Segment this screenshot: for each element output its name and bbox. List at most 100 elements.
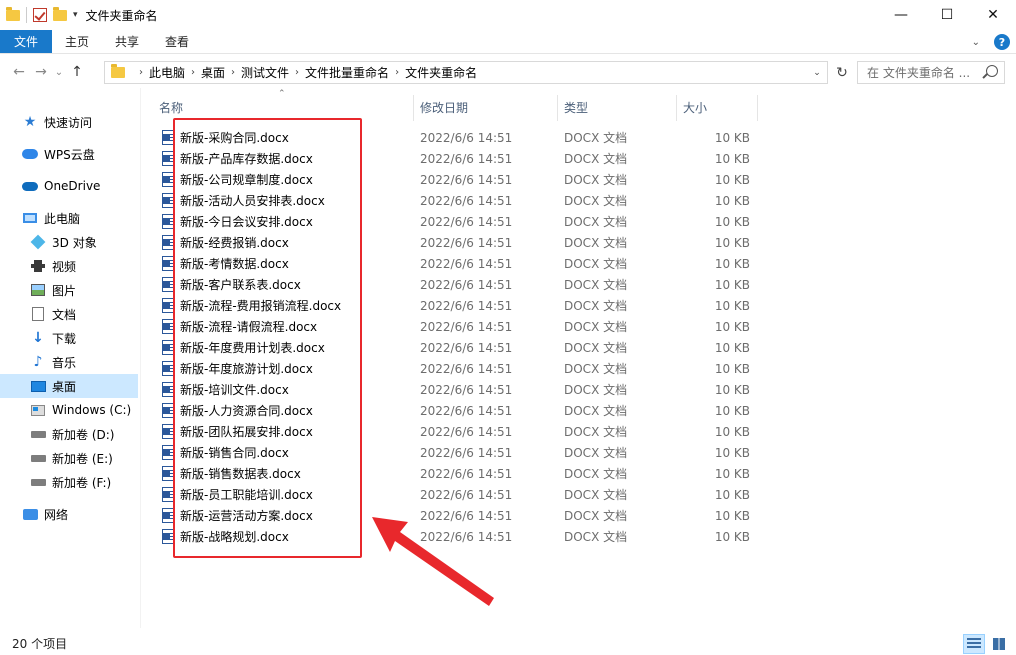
breadcrumb-separator-icon[interactable]: › — [191, 67, 195, 78]
refresh-icon[interactable]: ↻ — [831, 61, 853, 84]
file-modified-date: 2022/6/6 14:51 — [420, 340, 513, 355]
sidebar-item-downloads[interactable]: ↓ 下载 — [30, 326, 138, 350]
large-icons-view-button[interactable] — [988, 634, 1010, 654]
address-bar[interactable]: › 此电脑 › 桌面 › 测试文件 › 文件批量重命名 › 文件夹重命名 ⌄ — [104, 61, 828, 84]
file-type: DOCX 文档 — [564, 467, 628, 481]
file-modified-date: 2022/6/6 14:51 — [420, 172, 513, 187]
file-type: DOCX 文档 — [564, 404, 628, 418]
file-size: 10 KB — [714, 256, 750, 271]
breadcrumb-desktop[interactable]: 桌面 — [201, 64, 225, 81]
file-modified-date: 2022/6/6 14:51 — [420, 403, 513, 418]
file-size: 10 KB — [714, 487, 750, 502]
breadcrumb-this-pc[interactable]: 此电脑 — [149, 64, 185, 81]
file-type: DOCX 文档 — [564, 383, 628, 397]
sidebar-item-documents[interactable]: 文档 — [30, 302, 138, 326]
breadcrumb-folder-rename[interactable]: 文件夹重命名 — [405, 64, 477, 81]
quick-access-toolbar: ▾ — [0, 0, 78, 30]
pictures-icon — [31, 284, 45, 296]
sidebar-item-onedrive[interactable]: OneDrive — [22, 174, 138, 198]
download-icon: ↓ — [32, 330, 44, 346]
file-type: DOCX 文档 — [564, 278, 628, 292]
maximize-button[interactable]: ☐ — [924, 0, 970, 30]
forward-arrow-icon[interactable]: → — [30, 64, 52, 80]
windows-drive-icon — [31, 404, 45, 416]
sidebar-item-desktop[interactable]: 桌面 — [0, 374, 138, 398]
sidebar-item-wps-cloud[interactable]: WPS云盘 — [22, 142, 138, 166]
breadcrumb-test-files[interactable]: 测试文件 — [241, 64, 289, 81]
sidebar-item-music[interactable]: ♪ 音乐 — [30, 350, 138, 374]
customize-toolbar-chevron-icon[interactable]: ▾ — [73, 10, 78, 20]
new-folder-icon[interactable] — [53, 6, 67, 21]
sidebar-item-label: 桌面 — [52, 379, 77, 394]
expand-ribbon-chevron-icon[interactable]: ⌄ — [972, 37, 980, 48]
recent-locations-chevron-icon[interactable]: ⌄ — [52, 67, 66, 78]
file-size: 10 KB — [714, 508, 750, 523]
file-type: DOCX 文档 — [564, 488, 628, 502]
search-icon[interactable] — [986, 65, 998, 77]
tab-share[interactable]: 共享 — [102, 30, 152, 53]
file-size: 10 KB — [714, 382, 750, 397]
sidebar-item-label: 新加卷 (F:) — [52, 475, 112, 490]
file-size: 10 KB — [714, 130, 750, 145]
sidebar-item-drive-d[interactable]: 新加卷 (D:) — [30, 422, 138, 446]
column-divider[interactable] — [413, 95, 414, 121]
sidebar-item-drive-f[interactable]: 新加卷 (F:) — [30, 470, 138, 494]
column-header-date[interactable]: 修改日期 — [420, 95, 555, 119]
back-arrow-icon[interactable]: ← — [8, 64, 30, 80]
sidebar-item-drive-e[interactable]: 新加卷 (E:) — [30, 446, 138, 470]
details-view-button[interactable] — [963, 633, 985, 654]
pane-splitter[interactable] — [140, 88, 141, 628]
minimize-button[interactable]: — — [878, 0, 924, 30]
file-modified-date: 2022/6/6 14:51 — [420, 130, 513, 145]
column-header-type[interactable]: 类型 — [564, 95, 674, 119]
status-bar: 20 个项目 — [0, 632, 1016, 655]
sidebar-item-this-pc[interactable]: 此电脑 — [22, 206, 138, 230]
up-arrow-icon[interactable]: ↑ — [66, 64, 88, 80]
properties-icon[interactable] — [33, 8, 47, 22]
breadcrumb-separator-icon[interactable]: › — [139, 67, 143, 78]
sidebar-item-quick-access[interactable]: ★ 快速访问 — [22, 110, 138, 134]
file-type: DOCX 文档 — [564, 530, 628, 544]
tab-view[interactable]: 查看 — [152, 30, 202, 53]
documents-icon — [32, 307, 44, 321]
breadcrumb-separator-icon[interactable]: › — [231, 67, 235, 78]
search-placeholder: 在 文件夹重命名 ... — [867, 66, 971, 80]
sidebar-item-label: 新加卷 (E:) — [52, 451, 113, 466]
details-view-icon — [967, 638, 981, 649]
column-header-size[interactable]: 大小 — [683, 95, 755, 119]
breadcrumb-separator-icon[interactable]: › — [295, 67, 299, 78]
breadcrumb-separator-icon[interactable]: › — [395, 67, 399, 78]
desktop-icon — [30, 380, 46, 392]
file-type: DOCX 文档 — [564, 215, 628, 229]
breadcrumb-batch-rename[interactable]: 文件批量重命名 — [305, 64, 389, 81]
sidebar-item-drive-c[interactable]: Windows (C:) — [30, 398, 138, 422]
column-divider[interactable] — [557, 95, 558, 121]
large-icons-view-icon — [993, 637, 1005, 650]
sidebar-item-label: 快速访问 — [44, 115, 93, 130]
file-size: 10 KB — [714, 319, 750, 334]
sidebar-item-label: OneDrive — [44, 179, 101, 193]
folder-icon — [111, 64, 125, 78]
tab-file[interactable]: 文件 — [0, 30, 52, 53]
sidebar-item-pictures[interactable]: 图片 — [30, 278, 138, 302]
file-size: 10 KB — [714, 214, 750, 229]
help-icon[interactable]: ? — [994, 34, 1010, 50]
sidebar-item-network[interactable]: 网络 — [22, 502, 138, 526]
cloud-icon — [22, 149, 38, 159]
divider — [26, 7, 27, 23]
column-header-name[interactable]: 名称 — [159, 95, 411, 119]
sidebar-item-3d-objects[interactable]: 3D 对象 — [30, 230, 138, 254]
highlight-box — [173, 118, 362, 558]
file-size: 10 KB — [714, 361, 750, 376]
close-button[interactable]: ✕ — [970, 0, 1016, 30]
column-divider[interactable] — [757, 95, 758, 121]
column-divider[interactable] — [676, 95, 677, 121]
sidebar-item-videos[interactable]: 视频 — [30, 254, 138, 278]
file-size: 10 KB — [714, 193, 750, 208]
search-input[interactable]: 在 文件夹重命名 ... — [857, 61, 1005, 84]
address-history-chevron-icon[interactable]: ⌄ — [807, 68, 827, 78]
file-type: DOCX 文档 — [564, 194, 628, 208]
tab-home[interactable]: 主页 — [52, 30, 102, 53]
drive-icon — [30, 478, 46, 486]
file-type: DOCX 文档 — [564, 446, 628, 460]
